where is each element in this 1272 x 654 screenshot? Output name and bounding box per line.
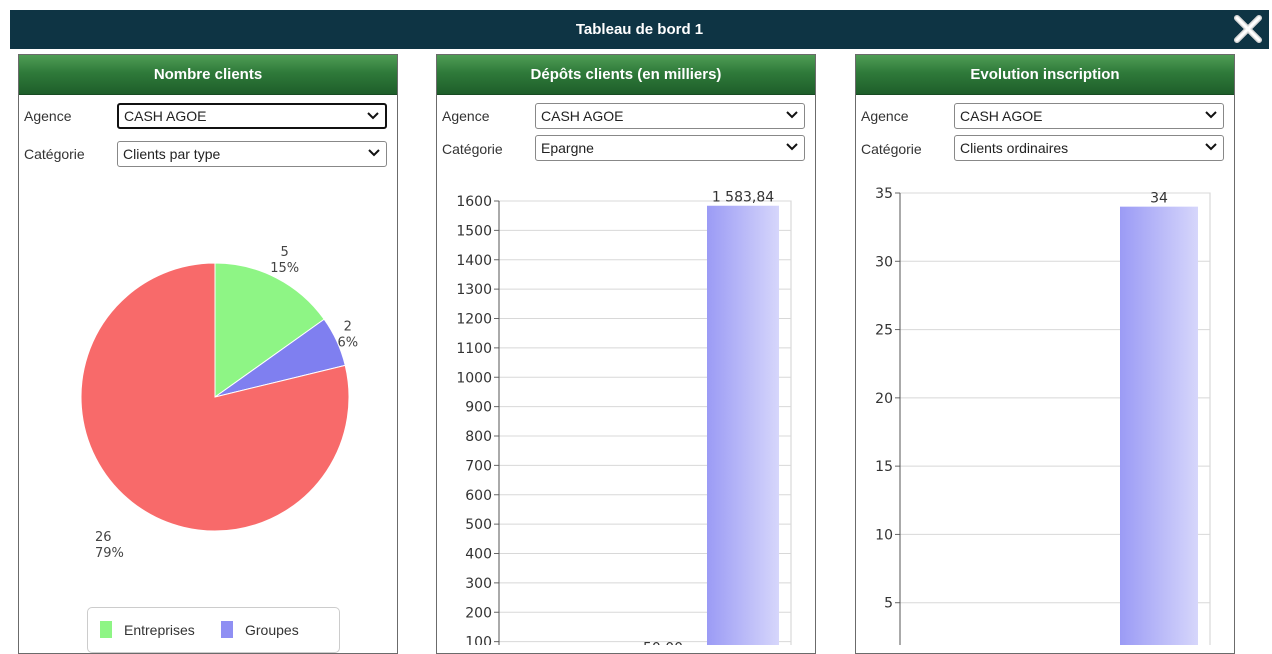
legend-swatch-blue [221,621,233,638]
y-tick-label: 15 [875,459,893,475]
y-tick-label: 100 [465,635,492,645]
y-tick-label: 10 [875,527,893,543]
chevron-down-icon [786,111,798,119]
categorie-select-value: Epargne [541,140,594,156]
agence-select[interactable]: CASH AGOE [117,103,387,129]
panel-title: Nombre clients [19,55,397,95]
y-tick-label: 25 [875,323,893,339]
y-tick-label: 1000 [456,370,492,386]
categorie-label: Catégorie [861,141,922,157]
close-icon[interactable] [1233,14,1263,44]
y-tick-label: 30 [875,254,893,270]
y-tick-label: 1400 [456,253,492,269]
chevron-down-icon [368,149,380,157]
y-tick-label: 500 [465,517,492,533]
bar-value-label: 50,00 [643,640,683,645]
y-tick-label: 700 [465,458,492,474]
panel-nombre-clients: Nombre clients Agence CASH AGOE Catégori… [18,54,398,654]
panel-title: Dépôts clients (en milliers) [437,55,815,95]
bar-value-label: 1 583,84 [712,190,774,206]
panel-title: Evolution inscription [856,55,1234,95]
agence-select-value: CASH AGOE [960,108,1043,124]
agence-select[interactable]: CASH AGOE [535,103,805,129]
agence-select[interactable]: CASH AGOE [954,103,1224,129]
y-tick-label: 900 [465,400,492,416]
pie-legend: Entreprises Groupes [87,607,340,653]
y-tick-label: 1500 [456,223,492,239]
y-tick-label: 1300 [456,282,492,298]
y-tick-label: 400 [465,547,492,563]
categorie-select-value: Clients ordinaires [960,140,1069,156]
chevron-down-icon [1205,143,1217,151]
categorie-select-value: Clients par type [123,146,221,162]
bar[interactable] [707,205,779,645]
y-tick-label: 1200 [456,312,492,328]
bar[interactable] [1120,206,1198,645]
pie-chart: 515% 26% 2679% [80,245,358,561]
pie-value-label: 5 [281,245,289,260]
legend-item-entreprises[interactable]: Entreprises [100,621,195,638]
y-tick-label: 35 [875,186,893,202]
y-tick-label: 300 [465,576,492,592]
categorie-select[interactable]: Epargne [535,135,805,161]
categorie-select[interactable]: Clients ordinaires [954,135,1224,161]
chevron-down-icon [1205,111,1217,119]
agence-select-value: CASH AGOE [541,108,624,124]
categorie-select[interactable]: Clients par type [117,141,387,167]
y-tick-label: 200 [465,605,492,621]
categorie-label: Catégorie [442,141,503,157]
bar-chart-inscription: 5 10 15 20 25 30 35 34 [875,186,1211,645]
agence-label: Agence [442,108,490,124]
chevron-down-icon [786,143,798,151]
y-tick-label: 20 [875,391,893,407]
agence-label: Agence [24,108,72,124]
bar-chart-depots: 100 200 300 400 500 600 700 800 900 1000 1100 1200 1… [456,190,792,645]
agence-select-value: CASH AGOE [124,108,207,124]
y-tick-label: 800 [465,429,492,445]
panel-depots-clients: Dépôts clients (en milliers) Agence CASH… [436,54,816,654]
categorie-label: Catégorie [24,146,85,162]
legend-item-groupes[interactable]: Groupes [221,621,299,638]
y-tick-label: 1600 [456,194,492,210]
y-tick-label: 5 [884,596,893,612]
agence-label: Agence [861,108,909,124]
dashboard-window: Tableau de bord 1 Nombre clients Agence … [0,0,1272,654]
y-tick-label: 1100 [456,341,492,357]
pie-percent-label: 79% [95,546,124,561]
bar-value-label: 34 [1150,191,1168,207]
pie-value-label: 2 [344,319,352,334]
legend-label: Entreprises [124,622,195,638]
legend-swatch-green [100,621,112,638]
pie-percent-label: 6% [337,335,358,350]
chevron-down-icon [367,112,379,120]
legend-label: Groupes [245,622,299,638]
panel-evolution-inscription: Evolution inscription Agence CASH AGOE C… [855,54,1235,654]
pie-percent-label: 15% [270,261,299,276]
pie-value-label: 26 [95,530,112,545]
window-title: Tableau de bord 1 [10,10,1269,49]
y-tick-label: 600 [465,488,492,504]
